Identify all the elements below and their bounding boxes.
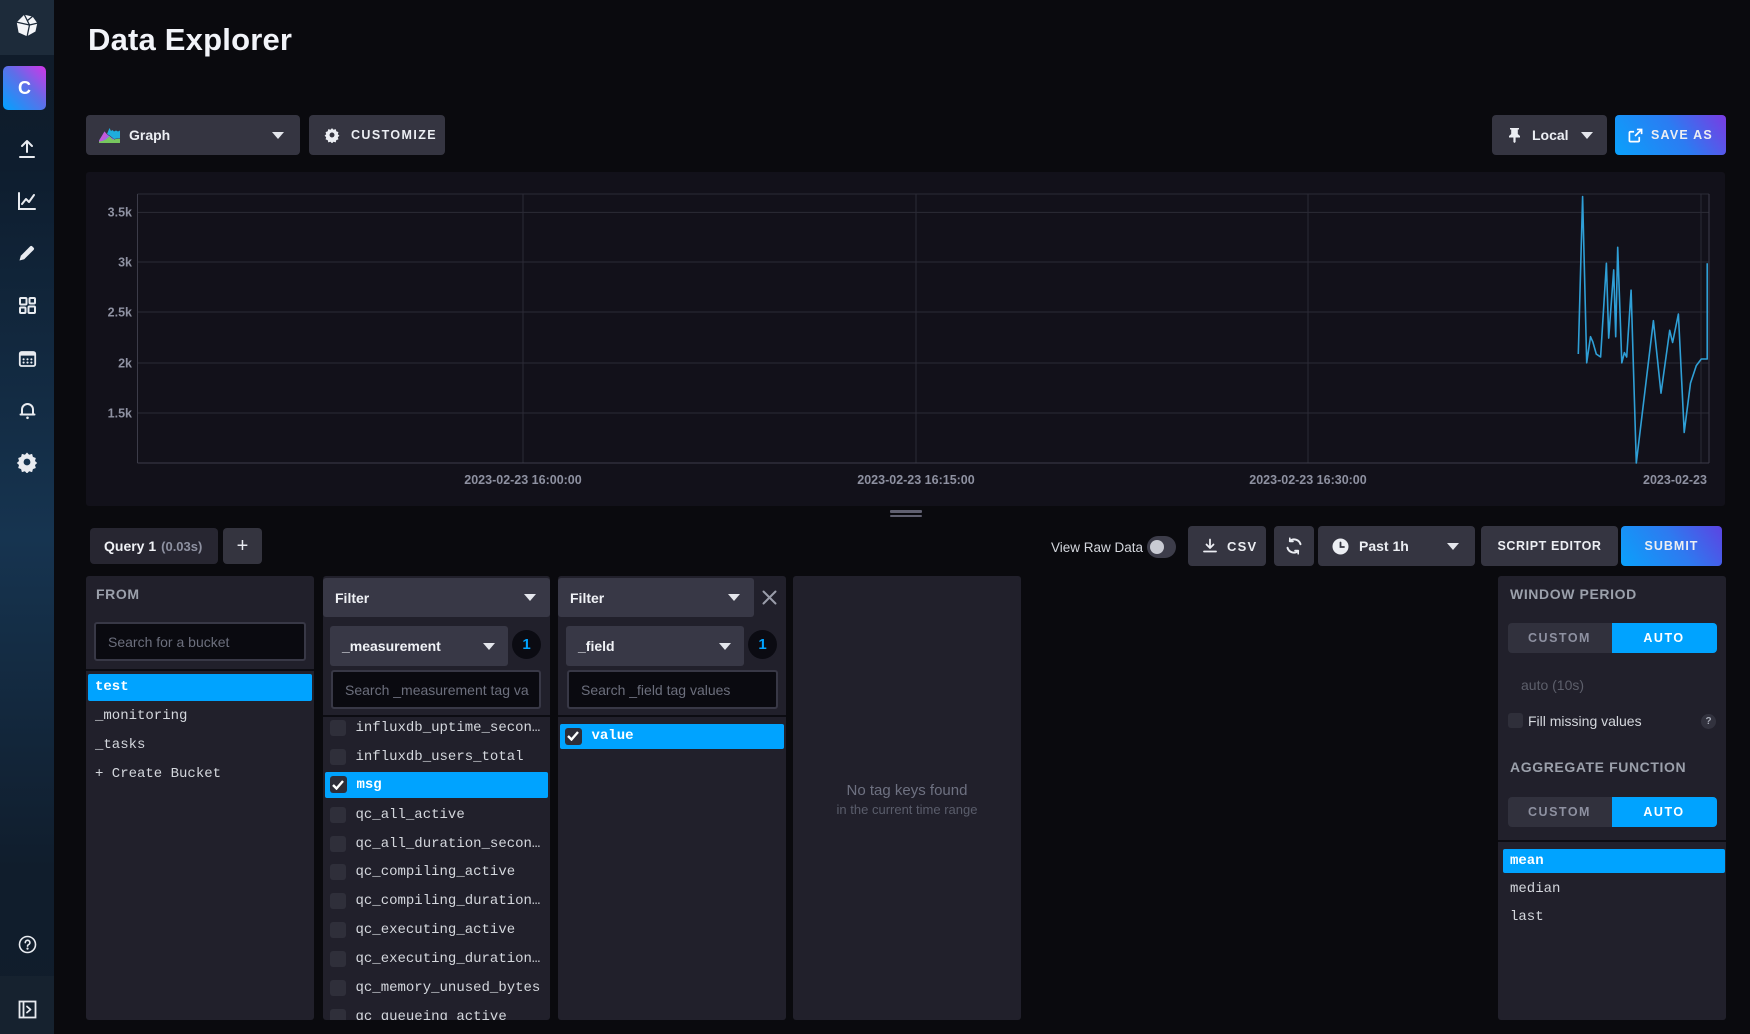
svg-text:3.5k: 3.5k xyxy=(108,206,132,220)
svg-text:2023-02-23 16:00:00: 2023-02-23 16:00:00 xyxy=(464,473,581,487)
svg-text:2023-02-23: 2023-02-23 xyxy=(1643,473,1707,487)
svg-text:2023-02-23 16:30:00: 2023-02-23 16:30:00 xyxy=(1249,473,1366,487)
svg-text:3k: 3k xyxy=(118,256,132,270)
svg-text:2k: 2k xyxy=(118,357,132,371)
svg-text:2023-02-23 16:15:00: 2023-02-23 16:15:00 xyxy=(857,473,974,487)
svg-text:2.5k: 2.5k xyxy=(108,306,132,320)
svg-text:1.5k: 1.5k xyxy=(108,407,132,421)
